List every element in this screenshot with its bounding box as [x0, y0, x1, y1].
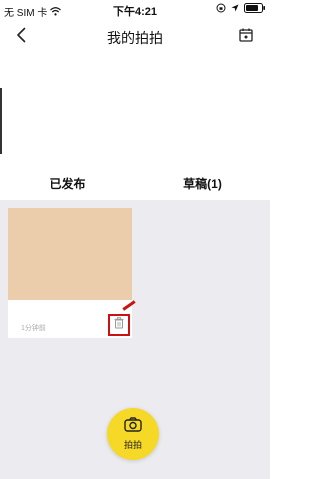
draft-card[interactable]: 1分钟前 [8, 208, 136, 338]
camera-icon [124, 417, 142, 437]
tab-published[interactable]: 已发布 [0, 170, 135, 198]
location-arrow-icon [231, 4, 239, 12]
calendar-icon [239, 28, 253, 47]
highlight-marker [122, 300, 136, 311]
status-bar: 无 SIM 卡 下午4:21 [0, 0, 270, 20]
delete-draft-button[interactable] [108, 314, 130, 336]
page-title: 我的拍拍 [107, 30, 163, 46]
capture-label: 拍拍 [123, 440, 142, 450]
draft-time: 1分钟前 [21, 325, 46, 332]
nav-bar: 我的拍拍 [0, 22, 270, 52]
edge-divider [0, 88, 2, 154]
capture-button[interactable]: 拍拍 [107, 408, 159, 460]
status-right [216, 3, 266, 13]
orientation-lock-icon [216, 3, 226, 13]
calendar-button[interactable] [236, 27, 256, 47]
tab-bar: 已发布 草稿(1) [0, 170, 270, 198]
tab-drafts[interactable]: 草稿(1) [135, 170, 270, 198]
battery-icon [244, 3, 266, 13]
trash-icon [114, 316, 124, 334]
draft-thumbnail[interactable] [8, 208, 132, 300]
